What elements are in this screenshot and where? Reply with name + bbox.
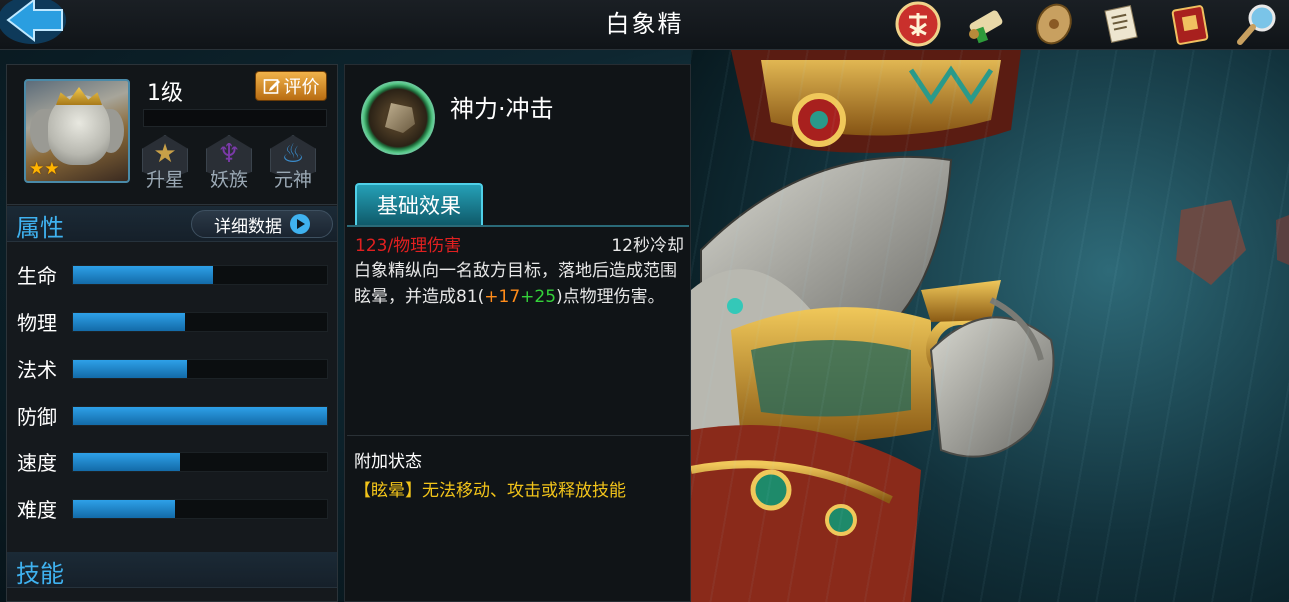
star-rating: ★★ [29,159,60,179]
hero-detail-screen: 白象精 ★★ 1级 评价 ★ 升星 ♆ 妖族 ♨ 元神 属性 详细数据 生命 物… [0,0,1289,602]
battle-seal-button[interactable] [893,0,943,48]
document-button[interactable] [1097,0,1147,48]
divider [347,435,689,436]
stat-track [72,406,328,426]
stat-track [72,265,328,285]
additional-status-desc: 【眩晕】无法移动、攻击或释放技能 [354,481,626,501]
tab-basic-effect-label: 基础效果 [377,194,461,218]
battle-seal-icon [895,1,941,47]
detail-data-label: 详细数据 [214,216,282,237]
magnifier-icon [1237,4,1276,45]
stat-name: 难度 [17,498,57,522]
stat-fill [73,407,327,425]
star-up-button[interactable]: ★ 升星 [139,133,191,191]
desc-bonus-orange: +17 [484,287,521,307]
portrait-head [48,95,110,165]
star-up-label: 升星 [145,169,184,191]
book-button[interactable] [1165,0,1215,48]
desc-bonus-green: +25 [520,287,557,307]
stat-name: 速度 [17,451,57,475]
stat-name: 法术 [17,358,57,382]
detail-data-button[interactable]: 详细数据 [191,210,333,238]
stat-fill [73,360,188,378]
tab-underline [347,225,689,227]
additional-status-title: 附加状态 [354,452,422,472]
stat-row: 速度 [7,447,337,477]
spirit-label: 元神 [273,169,312,191]
stat-row: 物理 [7,307,337,337]
skills-header: 技能 [7,552,337,588]
stat-fill [73,453,180,471]
stat-row: 防御 [7,401,337,431]
tab-basic-effect[interactable]: 基础效果 [355,183,483,225]
hero-info-panel: ★★ 1级 评价 ★ 升星 ♆ 妖族 ♨ 元神 属性 详细数据 生命 物理 法术… [6,64,338,602]
top-bar: 白象精 [0,0,1289,50]
hero-artwork [691,50,1289,602]
skill-description: 白象精纵向一名敌方目标，落地后造成范围眩晕，并造成81(+17+25)点物理伤害… [354,258,686,310]
rate-button-label: 评价 [283,77,320,98]
demon-tribe-button[interactable]: ♆ 妖族 [203,133,255,191]
attributes-header: 属性 详细数据 [7,206,337,242]
skill-detail-panel: 神力·冲击 基础效果 123/物理伤害 12秒冷却 白象精纵向一名敌方目标，落地… [344,64,691,602]
stat-fill [73,266,213,284]
stat-track [72,499,328,519]
shield-icon [1036,3,1072,45]
demon-tribe-label: 妖族 [209,169,248,191]
edit-icon [263,79,280,94]
spirit-button[interactable]: ♨ 元神 [267,133,319,191]
hero-sub-buttons: ★ 升星 ♆ 妖族 ♨ 元神 [139,133,319,191]
rain-overlay [691,50,1289,602]
hero-portrait[interactable]: ★★ [24,79,130,183]
skill-cooldown: 12秒冷却 [611,236,684,256]
stat-row: 生命 [7,260,337,290]
stat-row: 法术 [7,354,337,384]
stat-row: 难度 [7,494,337,524]
stat-track [72,452,328,472]
rock-icon [385,103,415,133]
skills-title: 技能 [16,560,64,588]
play-arrow-icon [290,214,310,234]
stat-name: 物理 [17,311,57,335]
skill-name: 神力·冲击 [450,95,554,123]
scroll-icon [969,10,1003,44]
top-icon-bar [893,0,1283,48]
desc-text-end: )点物理伤害。 [556,287,665,307]
stat-track [72,312,328,332]
stat-name: 生命 [17,264,57,288]
scroll-button[interactable] [961,0,1011,48]
portrait-crown [56,87,102,105]
document-icon [1104,5,1138,43]
stat-name: 防御 [17,405,57,429]
rate-button[interactable]: 评价 [255,71,327,101]
attributes-title: 属性 [16,214,64,242]
experience-bar [143,109,327,127]
hero-level: 1级 [147,81,183,106]
skill-icon[interactable] [361,81,435,155]
hero-card: ★★ 1级 评价 ★ 升星 ♆ 妖族 ♨ 元神 [7,65,337,205]
stat-track [72,359,328,379]
shield-button[interactable] [1029,0,1079,48]
stat-fill [73,500,175,518]
stat-fill [73,313,185,331]
book-icon [1171,5,1209,45]
search-button[interactable] [1233,0,1283,48]
skill-damage: 123/物理伤害 [355,236,462,256]
